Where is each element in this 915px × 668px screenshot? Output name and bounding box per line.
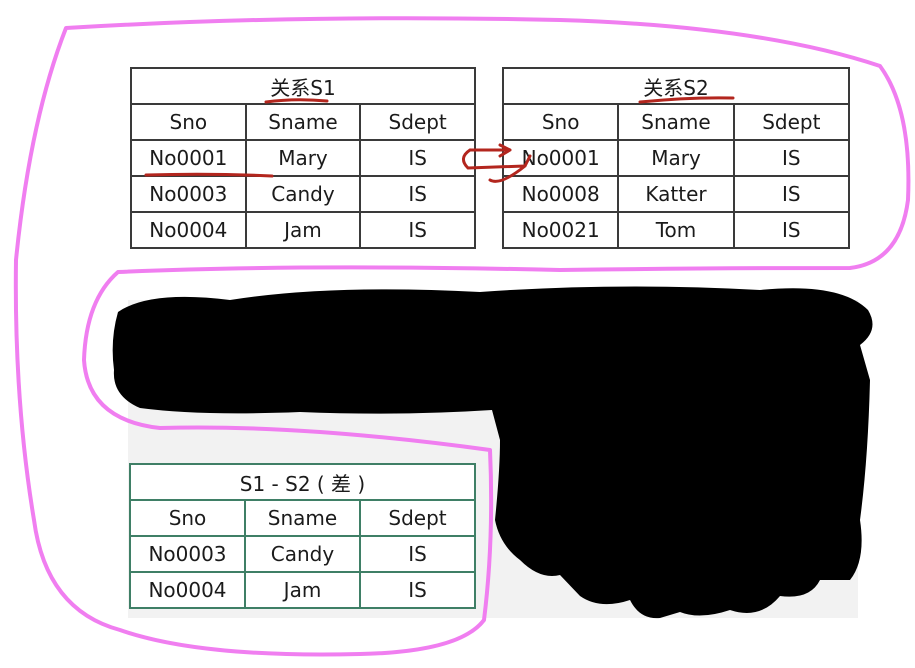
- difference-title: S1 - S2 ( 差 ): [129, 463, 476, 501]
- cell-sdept: IS: [359, 535, 476, 573]
- relation-s2-title: 关系S2: [502, 67, 850, 105]
- cell-sname: Jam: [244, 571, 361, 609]
- cell-sdept: IS: [732, 139, 851, 177]
- relation-s1-table: 关系S1 Sno Sname Sdept No0001 Mary IS No00…: [130, 67, 476, 249]
- cell-sno: No0001: [501, 139, 620, 177]
- header-sdept: Sdept: [732, 103, 851, 141]
- cell-sdept: IS: [359, 211, 476, 249]
- table-row: No0003 Candy IS: [129, 535, 476, 573]
- table-header-row: Sno Sname Sdept: [501, 103, 851, 141]
- cell-sname: Katter: [617, 175, 735, 213]
- cell-sname: Mary: [617, 139, 735, 177]
- header-sname: Sname: [617, 103, 735, 141]
- cell-sdept: IS: [732, 211, 851, 249]
- header-sno: Sno: [129, 499, 246, 537]
- cell-sdept: IS: [359, 139, 476, 177]
- table-row: No0001 Mary IS: [501, 139, 851, 177]
- cell-sno: No0008: [501, 175, 620, 213]
- header-sdept: Sdept: [359, 103, 476, 141]
- header-sname: Sname: [244, 499, 361, 537]
- cell-sname: Mary: [244, 139, 362, 177]
- cell-sdept: IS: [359, 175, 476, 213]
- cell-sno: No0004: [130, 211, 247, 249]
- table-header-row: Sno Sname Sdept: [130, 103, 476, 141]
- header-sname: Sname: [244, 103, 362, 141]
- cell-sdept: IS: [732, 175, 851, 213]
- difference-table: S1 - S2 ( 差 ) Sno Sname Sdept No0003 Can…: [129, 463, 476, 609]
- relation-s1-title: 关系S1: [130, 67, 476, 105]
- cell-sname: Jam: [244, 211, 362, 249]
- relation-s2-table: 关系S2 Sno Sname Sdept No0001 Mary IS No00…: [501, 67, 851, 249]
- header-sdept: Sdept: [359, 499, 476, 537]
- header-sno: Sno: [501, 103, 620, 141]
- table-row: No0021 Tom IS: [501, 211, 851, 249]
- table-row: No0003 Candy IS: [130, 175, 476, 213]
- cell-sno: No0001: [130, 139, 247, 177]
- cell-sname: Candy: [244, 175, 362, 213]
- table-row: No0004 Jam IS: [129, 571, 476, 609]
- cell-sno: No0003: [129, 535, 246, 573]
- table-row: No0004 Jam IS: [130, 211, 476, 249]
- cell-sname: Candy: [244, 535, 361, 573]
- header-sno: Sno: [130, 103, 247, 141]
- table-row: No0001 Mary IS: [130, 139, 476, 177]
- cell-sno: No0003: [130, 175, 247, 213]
- cell-sno: No0004: [129, 571, 246, 609]
- table-header-row: Sno Sname Sdept: [129, 499, 476, 537]
- cell-sdept: IS: [359, 571, 476, 609]
- cell-sno: No0021: [501, 211, 620, 249]
- table-row: No0008 Katter IS: [501, 175, 851, 213]
- cell-sname: Tom: [617, 211, 735, 249]
